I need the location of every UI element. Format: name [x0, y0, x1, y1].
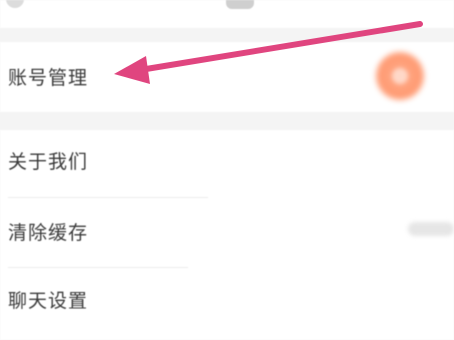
annotation-arrow: [114, 21, 423, 84]
arrow-shaft: [137, 21, 423, 73]
arrow-head: [114, 56, 150, 84]
